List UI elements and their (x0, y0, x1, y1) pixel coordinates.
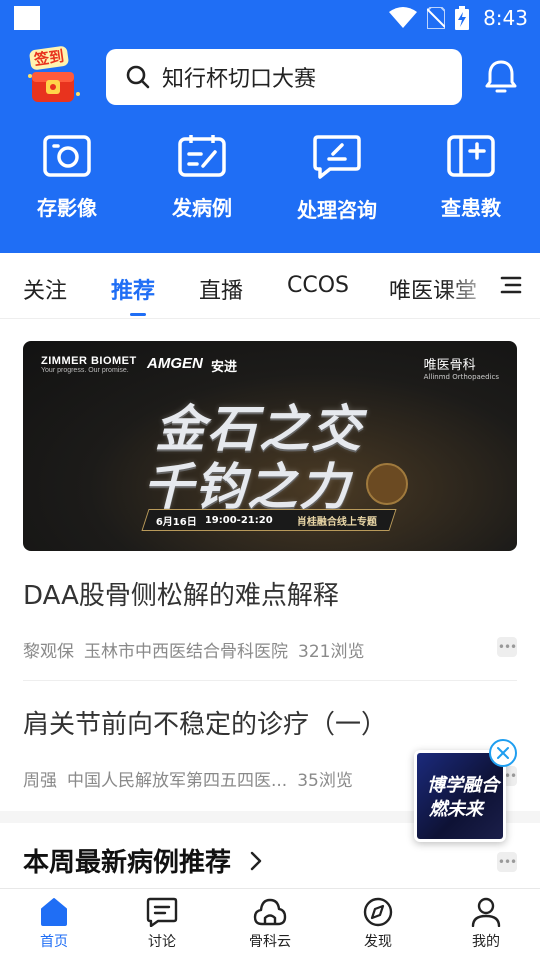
sponsor-logo-2: AMGEN (147, 355, 203, 372)
search-bar[interactable]: 知行杯切口大赛 (106, 49, 462, 105)
notification-icon (14, 6, 40, 30)
brand-logo: 唯医骨科 Allinmd Orthopaedics (423, 358, 499, 381)
quick-action-post-case[interactable]: 发病例 (152, 134, 252, 221)
user-icon (471, 897, 501, 927)
article-title[interactable]: 肩关节前向不稳定的诊疗（一） (23, 704, 387, 741)
tab-live[interactable]: 直播 (199, 273, 243, 305)
menu-icon[interactable] (498, 275, 522, 295)
nav-discussion[interactable]: 讨论 (122, 897, 202, 951)
active-tab-indicator (130, 313, 146, 316)
ad-line-2: 燃未来 (429, 799, 483, 820)
status-icons: 8:43 (389, 4, 528, 32)
article-hospital: 玉林市中西医结合骨科医院 (84, 642, 288, 662)
article-views: 321浏览 (298, 642, 365, 662)
sponsor-name-cn: 安进 (211, 360, 238, 375)
tab-recommended[interactable]: 推荐 (111, 273, 155, 305)
home-icon (41, 898, 67, 926)
quick-action-images[interactable]: 存影像 (17, 134, 117, 221)
tab-ccos[interactable]: CCOS (287, 273, 349, 298)
cloud-icon (253, 898, 287, 926)
no-sim-icon (427, 7, 446, 29)
nav-label: 发现 (364, 934, 392, 950)
article-views: 35浏览 (297, 771, 353, 791)
sponsor-logo: ZIMMER BIOMET Your progress. Our promise… (41, 355, 137, 374)
section-title[interactable]: 本周最新病例推荐 (23, 842, 231, 879)
clock: 8:43 (483, 6, 528, 30)
article-title[interactable]: DAA股骨侧松解的难点解释 (23, 575, 339, 612)
tab-follow[interactable]: 关注 (23, 273, 67, 305)
signin-button[interactable]: 签到 (22, 45, 84, 108)
search-placeholder: 知行杯切口大赛 (162, 67, 317, 92)
quick-action-consultation[interactable]: 处理咨询 (287, 134, 387, 223)
event-time-bar: 6月16日 19:00-21:20 肖桂融合线上专题 (141, 509, 397, 531)
edit-case-icon (178, 135, 226, 177)
nav-label: 首页 (40, 934, 68, 950)
nav-label: 骨科云 (249, 934, 291, 950)
floating-ad[interactable]: 博学融合 燃未来 (414, 750, 506, 842)
nav-profile[interactable]: 我的 (446, 897, 526, 951)
bell-icon[interactable] (482, 58, 520, 96)
quick-action-patient-education[interactable]: 查患教 (421, 134, 521, 221)
chat-icon (313, 135, 361, 179)
event-time: 19:00-21:20 (204, 514, 273, 526)
quick-action-label: 处理咨询 (297, 198, 377, 222)
more-options-icon[interactable]: ••• (497, 852, 517, 872)
header: 8:43 签到 知行杯切口大赛 存影像 发病例 处理咨询 查患教 (0, 0, 540, 253)
nav-discover[interactable]: 发现 (338, 897, 418, 951)
camera-icon (43, 135, 91, 177)
quick-action-label: 查患教 (441, 196, 501, 220)
floating-ad-image: 博学融合 燃未来 (417, 753, 503, 839)
status-bar: 8:43 (0, 0, 540, 36)
bottom-nav: 首页 讨论 骨科云 发现 我的 (0, 888, 540, 960)
ad-line-1: 博学融合 (427, 775, 499, 796)
nav-home[interactable]: 首页 (14, 897, 94, 951)
wifi-icon (389, 7, 418, 28)
event-topic: 肖桂融合线上专题 (296, 516, 377, 528)
quick-action-label: 发病例 (172, 196, 232, 220)
promo-banner[interactable]: ZIMMER BIOMET Your progress. Our promise… (23, 341, 517, 551)
article-author: 黎观保 (23, 642, 74, 662)
discussion-icon (146, 897, 178, 927)
quick-action-label: 存影像 (37, 196, 97, 220)
nav-label: 我的 (472, 934, 500, 950)
more-options-icon[interactable]: ••• (497, 637, 517, 657)
article-hospital: 中国人民解放军第四五四医... (67, 771, 288, 791)
article-meta: 黎观保 玉林市中西医结合骨科医院 321浏览 (23, 637, 374, 662)
divider (23, 680, 517, 681)
event-date: 6月16日 (156, 516, 197, 528)
chevron-right-icon[interactable] (248, 850, 264, 872)
close-ad-button[interactable] (489, 739, 517, 767)
tab-fade (444, 253, 500, 318)
nav-label: 讨论 (148, 934, 176, 950)
article-author: 周强 (23, 771, 57, 791)
patient-education-icon (447, 135, 495, 177)
close-icon (497, 747, 509, 759)
compass-icon (363, 897, 393, 927)
battery-charging-icon (455, 6, 470, 30)
tab-bar: 关注 推荐 直播 CCOS 唯医课堂 (0, 253, 540, 319)
article-meta: 周强 中国人民解放军第四五四医... 35浏览 (23, 766, 363, 791)
search-icon (126, 65, 150, 89)
speaker-avatar (366, 463, 408, 505)
nav-cloud[interactable]: 骨科云 (230, 897, 310, 951)
